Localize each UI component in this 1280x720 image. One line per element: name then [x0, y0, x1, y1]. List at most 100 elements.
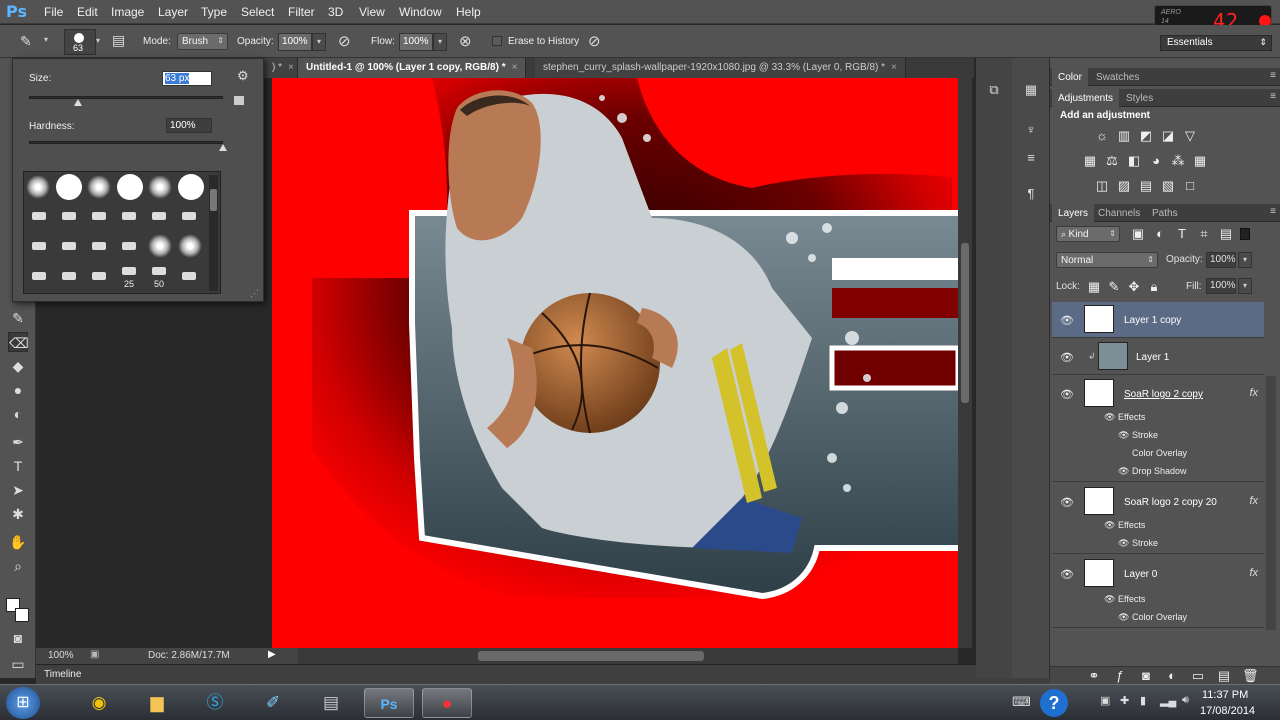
layer-row[interactable]: 👁︎ Layer 0 fx 👁︎ Effects 👁︎ Color Overla… — [1052, 556, 1264, 628]
menu-image[interactable]: Image — [111, 5, 144, 19]
dodge-tool-icon[interactable]: ◐ — [8, 404, 28, 424]
eye-icon[interactable]: 👁︎ — [1060, 351, 1074, 364]
paint-bucket-icon[interactable]: ◆ — [8, 356, 28, 376]
tray-icon[interactable]: ▣ — [1100, 694, 1110, 707]
link-icon[interactable]: ⚭ — [1086, 669, 1102, 683]
brightness-icon[interactable]: ☼ — [1094, 129, 1110, 143]
chevron-down-icon[interactable]: ▾ — [44, 35, 48, 44]
effect-eye-icon[interactable]: 👁︎ — [1104, 520, 1115, 531]
hue-saturation-icon[interactable]: ▦ — [1082, 154, 1098, 168]
canvas-horizontal-scrollbar[interactable] — [298, 648, 958, 664]
new-preset-icon[interactable] — [234, 96, 244, 105]
hardness-slider-knob[interactable] — [219, 144, 227, 151]
layer-row[interactable]: 👁︎ SoaR logo 2 copy 20 fx 👁︎ Effects 👁︎ … — [1052, 484, 1264, 554]
fill-slider-toggle[interactable]: ▾ — [1238, 278, 1252, 294]
pressure-size-icon[interactable]: ⊘ — [588, 32, 601, 50]
fx-add-icon[interactable]: ƒ — [1112, 669, 1128, 683]
layer-name[interactable]: SoaR logo 2 copy — [1124, 389, 1203, 400]
effect-eye-icon[interactable]: 👁︎ — [1118, 430, 1129, 441]
brush-preset[interactable] — [178, 174, 204, 200]
volume-icon[interactable]: 🔊︎ — [1182, 694, 1189, 707]
fill-field[interactable]: 100% — [1206, 278, 1236, 294]
pen-tool-icon[interactable]: ✒ — [8, 432, 28, 452]
exposure-icon[interactable]: ◪ — [1160, 129, 1176, 143]
tab-untitled-1[interactable]: Untitled-1 @ 100% (Layer 1 copy, RGB/8) … — [298, 58, 527, 78]
type-tool-icon[interactable]: T — [8, 456, 28, 476]
effect-drop-shadow[interactable]: Drop Shadow — [1132, 466, 1187, 476]
posterize-icon[interactable]: ▨ — [1116, 179, 1132, 193]
menu-layer[interactable]: Layer — [158, 5, 188, 19]
close-icon[interactable]: × — [891, 62, 897, 73]
hardness-slider[interactable] — [29, 141, 223, 144]
tray-icon[interactable]: ✚ — [1120, 694, 1129, 707]
blur-tool-icon[interactable]: ● — [8, 380, 28, 400]
photo-filter-icon[interactable]: ◕ — [1148, 154, 1164, 168]
effect-eye-icon[interactable]: 👁︎ — [1118, 538, 1129, 549]
filter-pixel-icon[interactable]: ▣ — [1130, 227, 1146, 241]
new-layer-icon[interactable]: ▤ — [1216, 669, 1232, 683]
brush-preset[interactable] — [92, 272, 106, 280]
fx-icon[interactable]: fx — [1249, 567, 1258, 579]
menu-edit[interactable]: Edit — [77, 5, 98, 19]
fx-icon[interactable]: fx — [1249, 387, 1258, 399]
opacity-slider-toggle[interactable]: ▾ — [312, 33, 326, 51]
workspace-dropdown[interactable]: Essentials ⇕ — [1160, 35, 1272, 51]
filter-adjust-icon[interactable]: ◐ — [1152, 227, 1168, 241]
brush-preset[interactable] — [32, 272, 46, 280]
brush-preset[interactable] — [26, 175, 50, 199]
panel-menu-icon[interactable]: ≡ — [1270, 206, 1276, 217]
flow-slider-toggle[interactable]: ▾ — [433, 33, 447, 51]
layer-name[interactable]: SoaR logo 2 copy 20 — [1124, 497, 1217, 508]
blend-mode-dropdown[interactable]: Normal ⇕ — [1056, 252, 1158, 268]
size-slider-knob[interactable] — [73, 99, 82, 106]
brush-preset[interactable] — [152, 212, 166, 220]
brush-preset[interactable] — [62, 272, 76, 280]
size-slider[interactable] — [29, 96, 223, 99]
tab-prev-document[interactable]: ) * × — [264, 58, 298, 78]
lock-all-icon[interactable]: 🔒︎ — [1146, 280, 1162, 294]
eraser-tool-icon[interactable]: ⌫ — [8, 332, 29, 352]
eye-icon[interactable]: 👁︎ — [1060, 496, 1074, 509]
layer-opacity-slider-toggle[interactable]: ▾ — [1238, 252, 1252, 268]
airbrush-icon[interactable]: ⊗ — [459, 32, 472, 50]
brush-preset[interactable] — [122, 212, 136, 220]
brush-preset[interactable] — [117, 174, 143, 200]
tab-channels[interactable]: Channels — [1092, 204, 1146, 222]
scroll-thumb[interactable] — [961, 243, 969, 403]
screen-mode-icon[interactable]: ▭ — [8, 654, 28, 674]
menu-view[interactable]: View — [359, 5, 385, 19]
quick-mask-icon[interactable]: ◙ — [8, 628, 28, 648]
eye-icon[interactable]: 👁︎ — [1060, 568, 1074, 581]
menu-type[interactable]: Type — [201, 5, 227, 19]
brush-settings-icon[interactable]: ≡ — [1021, 148, 1041, 168]
layer-name[interactable]: Layer 1 copy — [1124, 315, 1181, 326]
opacity-field[interactable]: 100% — [278, 33, 312, 51]
effect-eye-icon[interactable]: 👁︎ — [1104, 594, 1115, 605]
erase-history-checkbox[interactable] — [492, 36, 502, 46]
brush-preset[interactable] — [56, 174, 82, 200]
layer-row[interactable]: 👁︎ ↲ Layer 1 — [1052, 339, 1264, 375]
filter-smart-icon[interactable]: ▤ — [1218, 227, 1234, 241]
mask-icon[interactable]: ◙ — [1138, 669, 1154, 683]
background-color-swatch[interactable] — [15, 608, 29, 622]
hardness-input[interactable]: 100% — [166, 118, 212, 133]
mode-dropdown[interactable]: Brush ⇕ — [177, 33, 228, 50]
tab-layers[interactable]: Layers — [1052, 204, 1095, 222]
threshold-icon[interactable]: ▤ — [1138, 179, 1154, 193]
lock-transparent-icon[interactable]: ▦ — [1086, 280, 1102, 294]
layer-name[interactable]: Layer 1 — [1136, 352, 1169, 363]
brush-preset-grid[interactable]: 25 50 — [23, 171, 221, 294]
help-icon[interactable]: ? — [1040, 689, 1068, 717]
gradient-map-icon[interactable]: ▧ — [1160, 179, 1176, 193]
scroll-thumb[interactable] — [478, 651, 704, 661]
clock-time[interactable]: 11:37 PM — [1202, 689, 1248, 701]
menu-help[interactable]: Help — [456, 5, 481, 19]
brush-preset[interactable] — [62, 212, 76, 220]
lock-position-icon[interactable]: ✥ — [1126, 280, 1142, 294]
document-canvas[interactable] — [272, 78, 958, 648]
flow-field[interactable]: 100% — [399, 33, 433, 51]
brush-panel-icon[interactable]: ▤ — [112, 32, 125, 49]
effect-eye-icon[interactable]: 👁︎ — [1118, 612, 1129, 623]
brush-preset[interactable] — [148, 234, 172, 258]
panel-menu-icon[interactable]: ≡ — [1270, 70, 1276, 81]
